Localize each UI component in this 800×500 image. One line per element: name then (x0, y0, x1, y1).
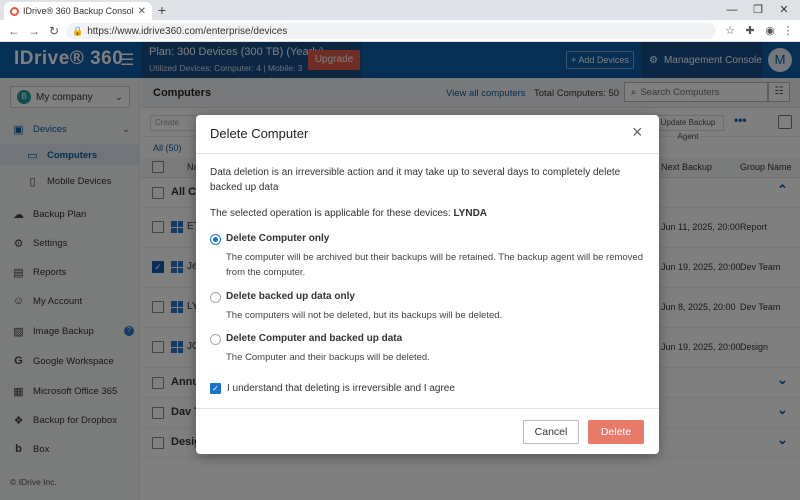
agree-checkbox[interactable]: ✓ (210, 383, 221, 394)
cancel-button[interactable]: Cancel (523, 420, 579, 444)
tab-close-icon[interactable]: ✕ (138, 6, 146, 17)
option-description: The computers will not be deleted, but i… (226, 310, 503, 321)
dialog-title: Delete Computer (210, 126, 309, 141)
tab-title: IDrive® 360 Backup Console for (23, 6, 134, 16)
lock-icon: 🔒 (72, 25, 84, 36)
option-label: Delete Computer and backed up data (226, 333, 403, 344)
divider (196, 153, 659, 154)
idrive-favicon-icon (10, 6, 19, 16)
minimize-icon[interactable]: — (722, 2, 742, 18)
agree-checkbox-row[interactable]: ✓ I understand that deleting is irrevers… (210, 383, 455, 394)
extensions-icon[interactable]: ✚ (742, 23, 758, 39)
profile-icon[interactable]: ◉ (762, 23, 778, 39)
option-label: Delete backed up data only (226, 291, 355, 302)
agree-label: I understand that deleting is irreversib… (227, 383, 455, 394)
url-text: https://www.idrive360.com/enterprise/dev… (87, 25, 288, 37)
url-field[interactable]: 🔒 https://www.idrive360.com/enterprise/d… (66, 23, 716, 39)
browser-tab[interactable]: IDrive® 360 Backup Console for ✕ (4, 2, 152, 20)
window-close-icon[interactable]: ✕ (774, 2, 794, 18)
back-icon[interactable]: ← (6, 22, 22, 40)
star-icon[interactable]: ☆ (722, 23, 738, 39)
radio-unselected[interactable] (210, 334, 221, 345)
radio-unselected[interactable] (210, 292, 221, 303)
close-icon[interactable]: × (632, 123, 643, 141)
radio-selected[interactable] (210, 234, 221, 245)
warning-text: Data deletion is an irreversible action … (210, 167, 621, 193)
applicable-prefix: The selected operation is applicable for… (210, 208, 454, 219)
restore-icon[interactable]: ❐ (748, 2, 768, 18)
applicable-devices: The selected operation is applicable for… (210, 208, 487, 219)
divider (196, 408, 659, 409)
reload-icon[interactable]: ↻ (46, 22, 62, 40)
new-tab-icon[interactable]: + (154, 2, 170, 18)
forward-icon[interactable]: → (26, 22, 42, 40)
delete-computer-dialog: Delete Computer × Data deletion is an ir… (196, 115, 659, 454)
option-description: The computer will be archived but their … (226, 252, 643, 278)
option-description: The Computer and their backups will be d… (226, 352, 430, 363)
delete-button[interactable]: Delete (588, 420, 644, 444)
applicable-device: LYNDA (453, 208, 488, 219)
option-label: Delete Computer only (226, 233, 330, 244)
browser-menu-icon[interactable]: ⋮ (780, 23, 796, 39)
